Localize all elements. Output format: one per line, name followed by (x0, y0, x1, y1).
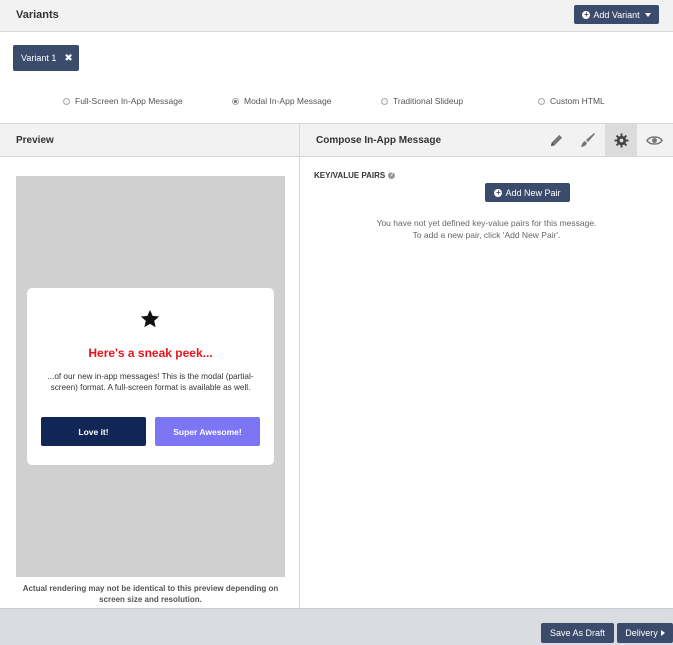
add-variant-label: Add Variant (593, 9, 640, 20)
empty-line-2: To add a new pair, click 'Add New Pair'. (412, 230, 561, 240)
close-icon[interactable]: ✖ (64, 53, 72, 64)
modal-headline: Here's a sneak peek... (88, 346, 213, 360)
radio-button[interactable] (381, 97, 388, 105)
caret-right-icon (660, 630, 665, 636)
save-as-draft-button[interactable]: Save As Draft (541, 623, 614, 643)
add-new-pair-button[interactable]: + Add New Pair (485, 183, 570, 202)
message-type-options: Full-Screen In-App Message Modal In-App … (0, 96, 673, 108)
type-option-label: Full-Screen In-App Message (75, 96, 183, 106)
panel-header-bar: Preview Compose In-App Message (0, 123, 673, 157)
add-variant-button[interactable]: + Add Variant (574, 5, 659, 24)
panel-divider (299, 123, 300, 608)
type-option-modal[interactable]: Modal In-App Message (232, 96, 331, 106)
radio-button-selected[interactable] (232, 97, 239, 105)
variants-header: Variants + Add Variant (0, 0, 673, 32)
preview-title: Preview (16, 135, 54, 146)
key-value-pairs-label: KEY/VALUE PAIRS ? (314, 171, 396, 180)
preview-canvas: Here's a sneak peek... ...of our new in-… (16, 176, 285, 577)
type-option-label: Modal In-App Message (244, 96, 332, 106)
eye-icon[interactable] (638, 124, 670, 156)
caret-down-icon (644, 12, 651, 17)
type-option-custom-html[interactable]: Custom HTML (538, 96, 605, 106)
love-it-button[interactable]: Love it! (41, 417, 146, 446)
empty-line-1: You have not yet defined key-value pairs… (376, 218, 597, 228)
delivery-label: Delivery (625, 628, 658, 638)
plus-circle-icon: + (582, 9, 591, 19)
modal-body: ...of our new in-app messages! This is t… (47, 372, 254, 392)
kv-label-text: KEY/VALUE PAIRS (314, 171, 386, 180)
help-icon[interactable]: ? (388, 172, 396, 179)
footer-bar: Save As Draft Delivery (0, 608, 673, 645)
gear-icon[interactable] (605, 124, 637, 156)
preview-note: Actual rendering may not be identical to… (22, 584, 279, 604)
compose-title: Compose In-App Message (316, 135, 442, 146)
empty-kv-message: You have not yet defined key-value pairs… (300, 217, 673, 241)
plus-circle-icon: + (494, 187, 503, 197)
type-option-label: Custom HTML (550, 96, 605, 106)
modal-preview: Here's a sneak peek... ...of our new in-… (27, 288, 274, 465)
super-awesome-button[interactable]: Super Awesome! (155, 417, 260, 446)
brush-icon[interactable] (572, 124, 604, 156)
type-option-label: Traditional Slideup (393, 96, 464, 106)
type-option-full-screen[interactable]: Full-Screen In-App Message (63, 96, 183, 106)
type-option-slideup[interactable]: Traditional Slideup (381, 96, 463, 106)
variants-title: Variants (16, 9, 59, 21)
pencil-icon[interactable] (540, 124, 572, 156)
radio-button[interactable] (538, 97, 545, 105)
delivery-button[interactable]: Delivery (617, 623, 673, 643)
add-pair-label: Add New Pair (505, 187, 561, 198)
variant-chip[interactable]: Variant 1 ✖ (13, 45, 79, 71)
variant-chip-label: Variant 1 (21, 53, 57, 63)
star-icon (140, 309, 160, 328)
radio-button[interactable] (63, 97, 70, 105)
